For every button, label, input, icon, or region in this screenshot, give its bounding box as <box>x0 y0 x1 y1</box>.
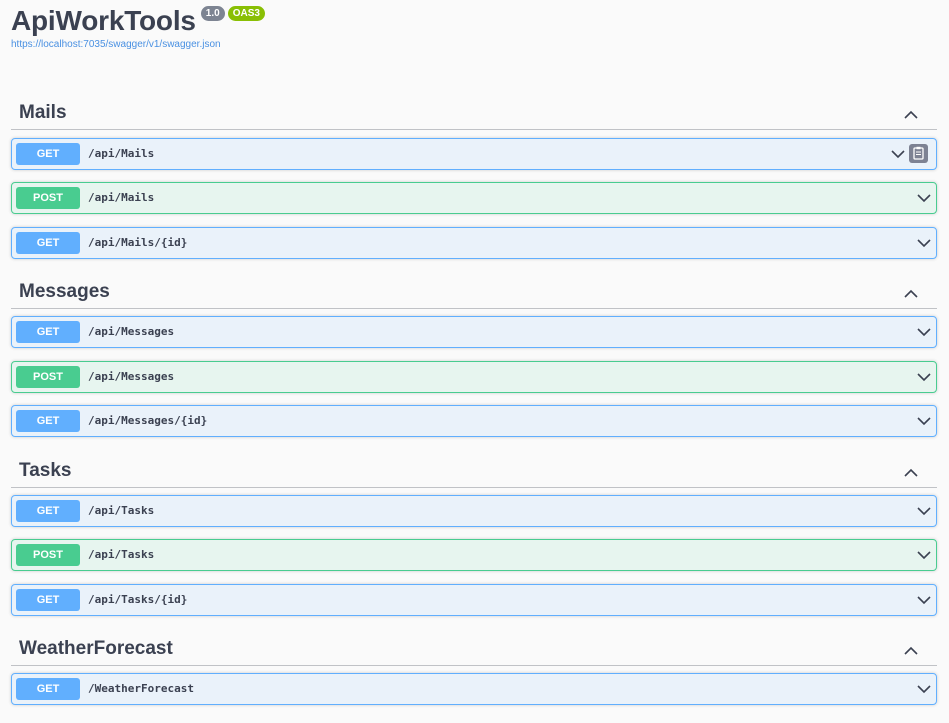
operation-get-messages[interactable]: GET /api/Messages <box>11 316 937 348</box>
operation-path: /api/Messages <box>88 370 175 383</box>
tag-header[interactable]: Tasks <box>11 457 937 488</box>
tag-header[interactable]: WeatherForecast <box>11 635 937 666</box>
tag-header[interactable]: Mails <box>11 99 937 130</box>
operation-get-tasks[interactable]: GET /api/Tasks <box>11 495 937 527</box>
operation-post-mails[interactable]: POST /api/Mails <box>11 182 937 214</box>
operation-post-tasks[interactable]: POST /api/Tasks <box>11 539 937 571</box>
method-badge: GET <box>16 143 80 165</box>
operation-get-task-by-id[interactable]: GET /api/Tasks/{id} <box>11 584 937 616</box>
chevron-down-icon[interactable] <box>916 415 932 427</box>
method-badge: GET <box>16 500 80 522</box>
operation-path: /api/Tasks <box>88 504 155 517</box>
method-badge: POST <box>16 187 80 209</box>
chevron-up-icon[interactable] <box>903 643 919 657</box>
tag-name: Messages <box>19 281 110 302</box>
chevron-down-icon[interactable] <box>916 505 932 517</box>
method-badge: POST <box>16 544 80 566</box>
chevron-down-icon[interactable] <box>916 326 932 338</box>
chevron-up-icon[interactable] <box>903 286 919 300</box>
tag-name: Mails <box>19 102 67 123</box>
method-badge: POST <box>16 366 80 388</box>
tag-section-weatherforecast: WeatherForecast <box>11 635 937 666</box>
tag-name: WeatherForecast <box>19 638 173 659</box>
operation-path: /WeatherForecast <box>88 682 194 695</box>
chevron-down-icon[interactable] <box>916 371 932 383</box>
tag-section-mails: Mails <box>11 99 937 130</box>
operation-path: /api/Messages <box>88 325 175 338</box>
operation-path: /api/Mails <box>88 191 155 204</box>
tag-section-tasks: Tasks <box>11 457 937 488</box>
operation-get-mails[interactable]: GET /api/Mails <box>11 138 937 170</box>
version-badge: 1.0 <box>200 6 225 21</box>
chevron-down-icon[interactable] <box>916 549 932 561</box>
copy-to-clipboard-icon[interactable] <box>909 144 928 163</box>
method-badge: GET <box>16 321 80 343</box>
method-badge: GET <box>16 589 80 611</box>
operation-path: /api/Tasks/{id} <box>88 593 188 606</box>
tag-name: Tasks <box>19 460 72 481</box>
operation-path: /api/Mails <box>88 147 155 160</box>
api-title: ApiWorkTools <box>11 5 196 36</box>
tag-section-messages: Messages <box>11 278 937 309</box>
operation-get-mail-by-id[interactable]: GET /api/Mails/{id} <box>11 227 937 259</box>
chevron-up-icon[interactable] <box>903 107 919 121</box>
operation-path: /api/Messages/{id} <box>88 414 208 427</box>
operation-get-weatherforecast[interactable]: GET /WeatherForecast <box>11 673 937 705</box>
oas-badge: OAS3 <box>227 6 265 21</box>
spec-url-link[interactable]: https://localhost:7035/swagger/v1/swagge… <box>11 39 265 50</box>
method-badge: GET <box>16 410 80 432</box>
chevron-down-icon[interactable] <box>916 683 932 695</box>
chevron-up-icon[interactable] <box>903 465 919 479</box>
chevron-down-icon[interactable] <box>916 192 932 204</box>
tag-header[interactable]: Messages <box>11 278 937 309</box>
operation-post-messages[interactable]: POST /api/Messages <box>11 361 937 393</box>
operation-path: /api/Tasks <box>88 548 155 561</box>
api-info: ApiWorkTools 1.0 OAS3 https://localhost:… <box>11 2 265 50</box>
method-badge: GET <box>16 678 80 700</box>
chevron-down-icon[interactable] <box>916 594 932 606</box>
operation-get-message-by-id[interactable]: GET /api/Messages/{id} <box>11 405 937 437</box>
chevron-down-icon[interactable] <box>890 148 906 160</box>
chevron-down-icon[interactable] <box>916 237 932 249</box>
method-badge: GET <box>16 232 80 254</box>
operation-path: /api/Mails/{id} <box>88 236 188 249</box>
